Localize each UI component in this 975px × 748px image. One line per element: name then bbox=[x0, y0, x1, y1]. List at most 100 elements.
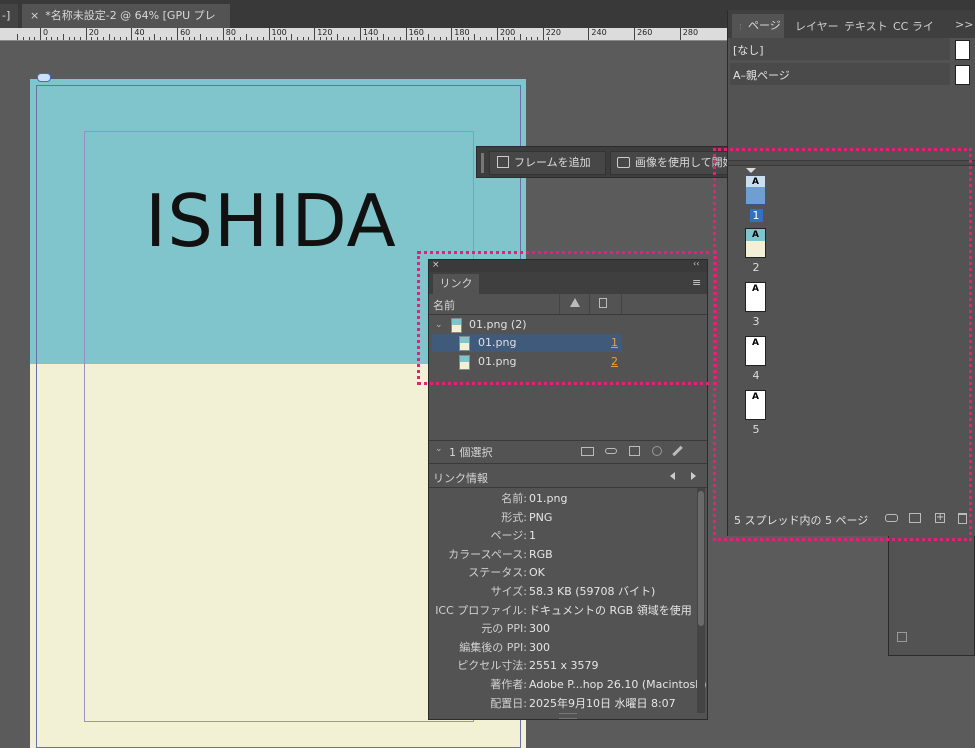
update-link-icon[interactable] bbox=[652, 446, 662, 456]
ruler-tick bbox=[194, 37, 196, 40]
ruler-tick bbox=[57, 37, 59, 40]
info-value: 1 bbox=[529, 529, 536, 543]
previous-document-tab[interactable]: ‐] bbox=[0, 4, 18, 28]
link-chain-icon[interactable] bbox=[37, 73, 51, 82]
master-thumbnail[interactable] bbox=[955, 40, 970, 60]
ruler-label: 200 bbox=[497, 28, 515, 40]
next-link-icon[interactable] bbox=[691, 472, 696, 480]
ruler-tick bbox=[439, 37, 441, 40]
ruler-tick bbox=[417, 37, 419, 40]
info-key: 著作者: bbox=[490, 678, 527, 691]
ruler-label: 260 bbox=[634, 28, 652, 40]
ruler-tick bbox=[325, 37, 327, 40]
info-value: PNG bbox=[529, 510, 553, 524]
ruler-tick bbox=[205, 37, 207, 40]
ruler-tick bbox=[182, 37, 184, 40]
ruler-tick bbox=[28, 37, 30, 40]
ruler-tick bbox=[22, 37, 24, 40]
master-none[interactable]: [なし] bbox=[730, 38, 950, 60]
ruler-tick bbox=[451, 34, 453, 40]
link-info-row: カラースペース: RGB bbox=[429, 546, 697, 564]
ruler-tick bbox=[217, 37, 219, 40]
highlight-annotation-pages bbox=[713, 148, 972, 541]
ruler-tick bbox=[319, 37, 321, 40]
active-document-tab[interactable]: ×*名称未設定-2 @ 64% [GPU プレビュー] bbox=[22, 4, 230, 46]
ruler-tick bbox=[365, 37, 367, 40]
relink-cc-icon[interactable] bbox=[581, 447, 594, 456]
ruler-tick bbox=[337, 34, 339, 40]
links-toolbar: ⌄ 1 個選択 bbox=[429, 440, 707, 464]
ruler-tick bbox=[462, 37, 464, 40]
ruler-tick bbox=[239, 37, 241, 40]
goto-link-icon[interactable] bbox=[629, 446, 640, 456]
ruler-tick bbox=[405, 34, 407, 40]
ruler-tick bbox=[331, 37, 333, 40]
chevron-down-icon[interactable]: ⌄ bbox=[435, 444, 443, 454]
info-key: 名前: bbox=[501, 492, 527, 505]
info-key: ICC プロファイル: bbox=[435, 603, 527, 617]
use-image-button[interactable]: 画像を使用して開始 bbox=[610, 151, 729, 175]
frame-icon bbox=[497, 156, 509, 168]
scrollbar-thumb[interactable] bbox=[698, 491, 704, 626]
link-info-row: ステータス: OK bbox=[429, 564, 697, 582]
ruler-tick bbox=[531, 37, 533, 40]
previous-link-icon[interactable] bbox=[670, 472, 675, 480]
ruler-label: 240 bbox=[588, 28, 607, 40]
ruler-tick bbox=[434, 37, 436, 40]
tab-cc-libraries[interactable]: CC ライ bbox=[893, 18, 934, 34]
master-thumbnail[interactable] bbox=[955, 65, 970, 85]
ruler-tick bbox=[411, 37, 413, 40]
ruler-tick bbox=[348, 37, 350, 40]
image-icon bbox=[617, 157, 630, 168]
link-info-row: 名前: 01.png bbox=[429, 490, 697, 508]
edit-original-icon[interactable] bbox=[672, 445, 683, 457]
drag-handle[interactable] bbox=[481, 153, 484, 173]
ruler-tick bbox=[285, 37, 287, 40]
relink-icon[interactable] bbox=[605, 448, 617, 454]
ruler-tick bbox=[125, 37, 127, 40]
info-key: 配置日: bbox=[490, 696, 527, 710]
ruler-tick bbox=[165, 37, 167, 40]
info-value: OK bbox=[529, 566, 545, 580]
link-info-title: リンク情報 bbox=[433, 472, 488, 485]
info-value: 2025年9月10日 水曜日 8:07 bbox=[529, 696, 676, 710]
ruler-tick bbox=[257, 37, 259, 40]
ruler-tick bbox=[314, 34, 316, 40]
master-a[interactable]: A–親ページ bbox=[730, 63, 950, 85]
ruler-tick bbox=[525, 37, 527, 40]
ruler-tick bbox=[399, 37, 401, 40]
ruler-tick bbox=[388, 37, 390, 40]
link-info-header: リンク情報 bbox=[429, 467, 707, 488]
ruler-tick bbox=[519, 34, 521, 40]
ruler-tick bbox=[199, 34, 201, 40]
ruler-tick bbox=[479, 37, 481, 40]
ruler-tick bbox=[428, 34, 430, 40]
ruler-tick bbox=[62, 34, 64, 40]
link-info-row: 配置日: 2025年9月10日 水曜日 8:07 bbox=[429, 695, 697, 713]
ruler-tick bbox=[222, 34, 224, 40]
scrollbar[interactable] bbox=[697, 488, 705, 713]
secondary-panel bbox=[888, 536, 975, 656]
ruler-tick bbox=[251, 37, 253, 40]
resize-grip[interactable] bbox=[559, 713, 577, 719]
ruler-label: 0 bbox=[40, 28, 48, 40]
tab-layers[interactable]: レイヤー bbox=[795, 18, 839, 34]
tab-label: ページ bbox=[748, 19, 781, 32]
ruler-tick bbox=[177, 34, 179, 40]
link-info-row: 編集後の PPI: 300 bbox=[429, 639, 697, 657]
tab-pages[interactable]: ⋮ ページ bbox=[732, 14, 784, 38]
ruler-tick bbox=[354, 37, 356, 40]
ruler-tick bbox=[154, 34, 156, 40]
ruler-label: 140 bbox=[359, 28, 378, 40]
info-value: 58.3 KB (59708 バイト) bbox=[529, 585, 656, 598]
ruler-tick bbox=[85, 34, 87, 40]
close-icon[interactable]: × bbox=[30, 9, 39, 22]
more-tabs-icon[interactable]: >> bbox=[955, 18, 973, 31]
add-frame-button[interactable]: フレームを追加 bbox=[489, 151, 606, 175]
tab-text[interactable]: テキスト bbox=[844, 18, 888, 34]
headline-text[interactable]: ISHIDA bbox=[145, 176, 397, 266]
ruler-tick bbox=[536, 37, 538, 40]
highlight-annotation-links bbox=[417, 251, 717, 385]
tab-label: ‐] bbox=[2, 9, 11, 22]
panel-option-icon[interactable] bbox=[897, 632, 907, 642]
